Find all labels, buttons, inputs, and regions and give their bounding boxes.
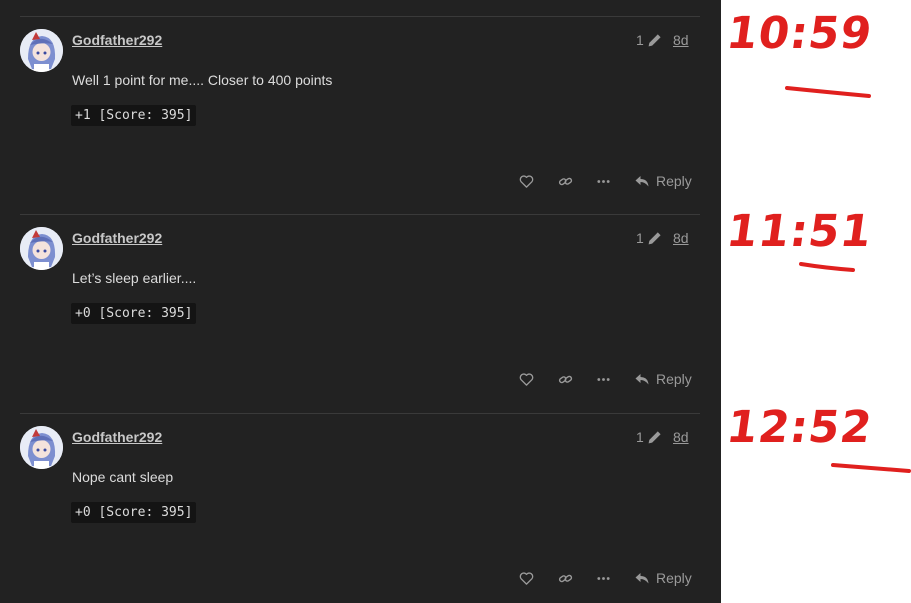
reply-button[interactable]: Reply [634, 566, 692, 590]
username-link[interactable]: Godfather292 [72, 429, 162, 445]
more-actions-button[interactable] [593, 568, 613, 588]
edit-history[interactable]: 1 [636, 230, 662, 246]
link-icon [558, 177, 572, 185]
annotation-underlines [785, 86, 911, 473]
post-date[interactable]: 8d [673, 230, 689, 246]
avatar[interactable] [20, 426, 63, 469]
edit-history[interactable]: 1 [636, 32, 662, 48]
reply-icon [635, 573, 649, 584]
reply-label: Reply [656, 570, 692, 586]
post-body: Nope cant sleep [72, 469, 174, 485]
reply-label: Reply [656, 371, 692, 387]
pencil-icon [648, 33, 661, 46]
reply-icon [635, 176, 649, 187]
post-date[interactable]: 8d [673, 429, 689, 445]
more-icon [596, 576, 610, 580]
post-divider [20, 214, 700, 215]
like-button[interactable] [516, 369, 536, 389]
post-divider [20, 413, 700, 414]
share-link-button[interactable] [555, 369, 575, 389]
heart-icon [519, 571, 533, 585]
post: Godfather292 1 8d Nope cant sleep +0 [Sc… [0, 413, 721, 603]
like-button[interactable] [516, 171, 536, 191]
reply-button[interactable]: Reply [634, 367, 692, 391]
reply-icon [635, 374, 649, 385]
post-date[interactable]: 8d [673, 32, 689, 48]
score-code: +0 [Score: 395] [71, 502, 197, 523]
reply-label: Reply [656, 173, 692, 189]
username-link[interactable]: Godfather292 [72, 32, 162, 48]
heart-icon [519, 174, 533, 188]
avatar[interactable] [20, 227, 63, 270]
edit-history[interactable]: 1 [636, 429, 662, 445]
topic-stream: Godfather292 1 8d Well 1 point for me...… [0, 0, 721, 603]
avatar[interactable] [20, 29, 63, 72]
post-actions: Reply [510, 367, 700, 391]
username-link[interactable]: Godfather292 [72, 230, 162, 246]
post-body: Let’s sleep earlier.... [72, 270, 197, 286]
pencil-icon [648, 231, 661, 244]
heart-icon [519, 372, 533, 386]
share-link-button[interactable] [555, 568, 575, 588]
post: Godfather292 1 8d Well 1 point for me...… [0, 16, 721, 215]
post-actions: Reply [510, 566, 700, 590]
edit-count: 1 [636, 429, 644, 445]
more-actions-button[interactable] [593, 369, 613, 389]
score-code: +0 [Score: 395] [71, 303, 197, 324]
post-body: Well 1 point for me.... Closer to 400 po… [72, 72, 333, 88]
more-icon [596, 377, 610, 381]
link-icon [558, 375, 572, 383]
share-link-button[interactable] [555, 171, 575, 191]
more-icon [596, 179, 610, 183]
post: Godfather292 1 8d Let’s sleep earlier...… [0, 214, 721, 413]
reply-button[interactable]: Reply [634, 169, 692, 193]
pencil-icon [648, 430, 661, 443]
link-icon [558, 574, 572, 582]
post-divider [20, 16, 700, 17]
score-code: +1 [Score: 395] [71, 105, 197, 126]
post-actions: Reply [510, 169, 700, 193]
handwritten-annotations: 10:59 11:51 12:52 [721, 0, 911, 603]
edit-count: 1 [636, 230, 644, 246]
edit-count: 1 [636, 32, 644, 48]
like-button[interactable] [516, 568, 536, 588]
more-actions-button[interactable] [593, 171, 613, 191]
